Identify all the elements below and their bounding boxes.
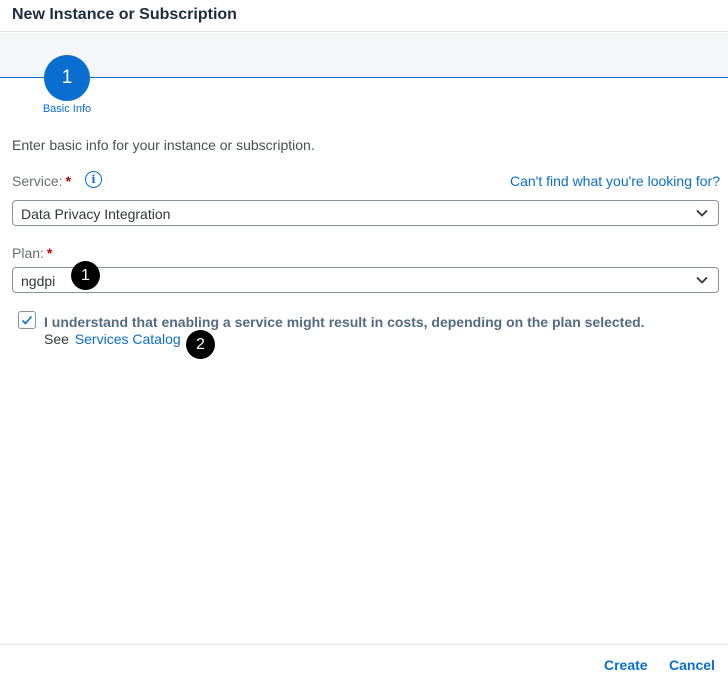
wizard-step-1-label: Basic Info <box>42 103 92 115</box>
info-icon[interactable]: i <box>85 171 102 188</box>
annotation-badge-1: 1 <box>71 261 100 290</box>
dialog-header: New Instance or Subscription <box>0 0 728 32</box>
plan-label: Plan: * <box>12 245 52 261</box>
wizard-progress-bar <box>0 33 728 78</box>
dialog-title: New Instance or Subscription <box>12 6 237 23</box>
chevron-down-icon <box>696 276 708 284</box>
service-label: Service: * <box>12 173 71 189</box>
plan-select[interactable]: ngdpi <box>12 267 719 293</box>
see-prefix: See <box>44 331 69 347</box>
chevron-down-icon <box>696 209 708 217</box>
cant-find-link[interactable]: Can't find what you're looking for? <box>510 173 720 189</box>
consent-text: I understand that enabling a service mig… <box>44 314 645 330</box>
required-marker: * <box>46 245 53 261</box>
step-number: 1 <box>61 67 73 88</box>
service-select-value: Data Privacy Integration <box>21 206 171 222</box>
consent-checkbox[interactable] <box>18 311 36 329</box>
annotation-badge-2: 2 <box>186 330 215 359</box>
plan-label-text: Plan: <box>12 245 44 261</box>
intro-text: Enter basic info for your instance or su… <box>12 137 315 153</box>
see-catalog: See Services Catalog <box>44 331 181 347</box>
required-marker: * <box>65 173 72 189</box>
cancel-button[interactable]: Cancel <box>669 657 715 673</box>
services-catalog-link[interactable]: Services Catalog <box>75 331 181 347</box>
service-select[interactable]: Data Privacy Integration <box>12 200 719 226</box>
plan-select-value: ngdpi <box>21 273 56 289</box>
wizard-step-1-indicator[interactable]: 1 <box>44 55 90 101</box>
create-button[interactable]: Create <box>604 657 648 673</box>
service-label-text: Service: <box>12 173 63 189</box>
checkmark-icon <box>21 315 33 325</box>
